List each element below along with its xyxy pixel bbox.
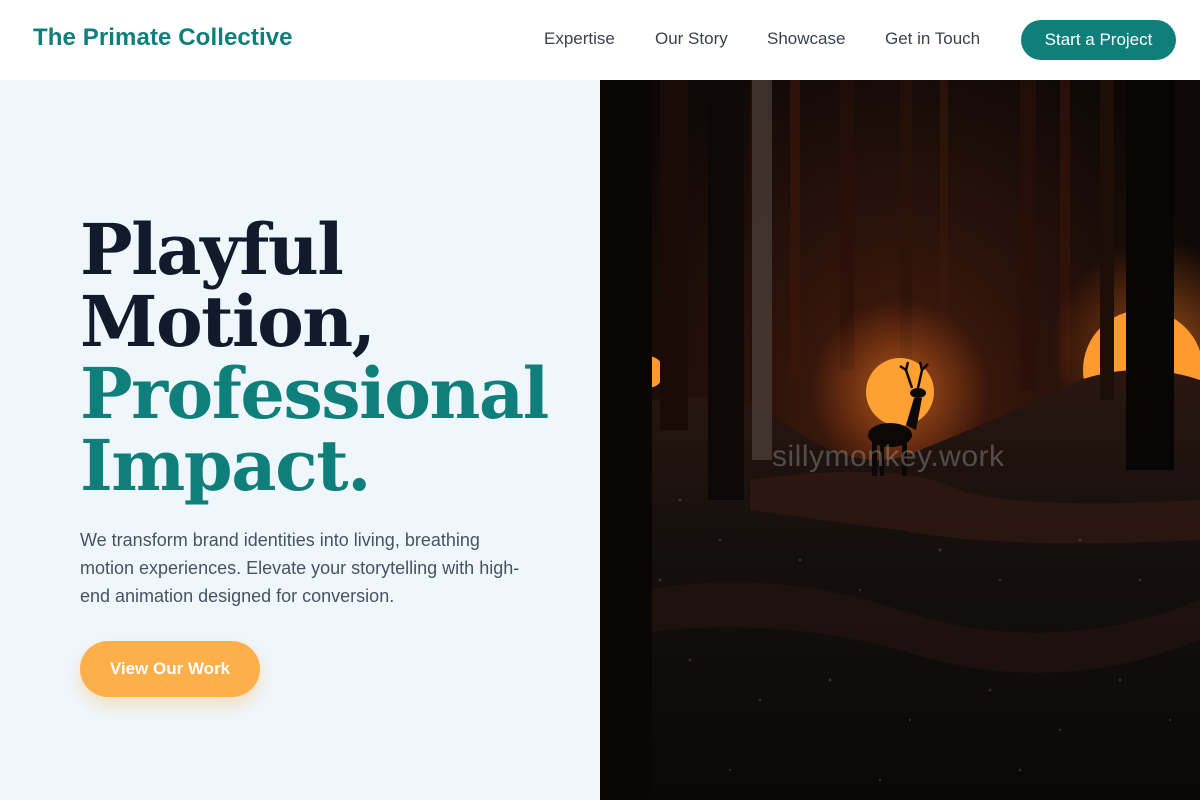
headline-line-4: Impact. bbox=[80, 424, 371, 507]
nav-link-showcase[interactable]: Showcase bbox=[767, 29, 845, 49]
nav-link-expertise[interactable]: Expertise bbox=[544, 29, 615, 49]
hero-headline: Playful Motion, Professional Impact. bbox=[80, 214, 580, 502]
site-header: The Primate Collective Expertise Our Sto… bbox=[0, 0, 1200, 80]
headline-line-3: Professional bbox=[80, 352, 549, 435]
view-our-work-button[interactable]: View Our Work bbox=[80, 641, 260, 697]
main-nav: Expertise Our Story Showcase Get in Touc… bbox=[0, 0, 1200, 80]
nav-link-our-story[interactable]: Our Story bbox=[655, 29, 728, 49]
headline-line-1: Playful bbox=[80, 208, 344, 291]
nav-link-get-in-touch[interactable]: Get in Touch bbox=[885, 29, 980, 49]
image-watermark: sillymonkey.work bbox=[772, 440, 1005, 473]
hero-description: We transform brand identities into livin… bbox=[80, 530, 520, 606]
start-project-button[interactable]: Start a Project bbox=[1021, 20, 1176, 60]
headline-line-2: Motion, bbox=[80, 280, 376, 363]
